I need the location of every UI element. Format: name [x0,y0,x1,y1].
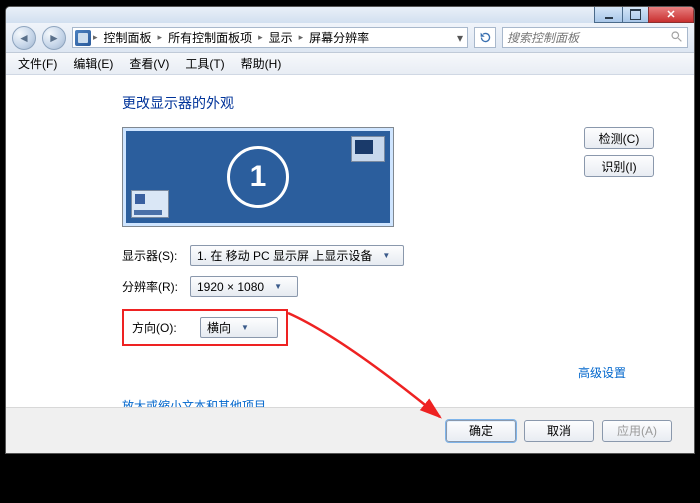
chevron-down-icon: ▼ [241,323,249,332]
page-heading: 更改显示器的外观 [122,93,654,113]
breadcrumb[interactable]: ▸ 控制面板 ▸ 所有控制面板项 ▸ 显示 ▸ 屏幕分辨率 ▾ [72,27,468,48]
menu-tools[interactable]: 工具(T) [177,53,232,74]
text-size-link[interactable]: 放大或缩小文本和其他项目 [122,397,654,407]
minimize-button[interactable] [594,6,623,23]
resolution-label: 分辨率(R): [122,278,180,295]
search-icon [670,30,683,46]
orientation-highlight: 方向(O): 横向 ▼ [122,309,288,346]
window-controls [595,6,694,23]
orientation-label: 方向(O): [132,319,190,336]
forward-button[interactable]: ► [42,26,66,50]
content-area: 更改显示器的外观 1 检测(C) 识别(I) 显示器(S): 1. 在 移动 P… [6,75,694,407]
breadcrumb-seg[interactable]: 屏幕分辨率 [305,29,373,46]
monitor-preview[interactable]: 1 [122,127,394,227]
display-value: 1. 在 移动 PC 显示屏 上显示设备 [197,247,372,264]
chevron-right-icon: ▸ [299,32,304,43]
menu-help[interactable]: 帮助(H) [233,53,290,74]
advanced-settings-link[interactable]: 高级设置 [578,366,626,380]
display-label: 显示器(S): [122,247,180,264]
search-input[interactable] [507,31,666,45]
preview-row: 1 检测(C) 识别(I) [122,127,654,227]
chevron-right-icon: ▸ [93,32,98,43]
chevron-down-icon: ▼ [382,251,390,260]
breadcrumb-seg[interactable]: 显示 [265,29,297,46]
menubar: 文件(F) 编辑(E) 查看(V) 工具(T) 帮助(H) [6,53,694,75]
mini-taskbar-icon [131,190,169,218]
orientation-combo[interactable]: 横向 ▼ [200,317,278,338]
breadcrumb-seg[interactable]: 所有控制面板项 [164,29,256,46]
chevron-right-icon: ▸ [158,32,163,43]
titlebar [6,7,694,23]
help-links: 放大或缩小文本和其他项目 我应该选择什么显示器设置？ [122,397,654,407]
identify-button[interactable]: 识别(I) [584,155,654,177]
search-box[interactable] [502,27,688,48]
resolution-row: 分辨率(R): 1920 × 1080 ▼ [122,276,654,297]
menu-view[interactable]: 查看(V) [121,53,177,74]
ok-button[interactable]: 确定 [446,420,516,442]
monitor-number: 1 [250,160,267,194]
menu-edit[interactable]: 编辑(E) [65,53,121,74]
close-button[interactable] [648,6,694,23]
back-button[interactable]: ◄ [12,26,36,50]
chevron-right-icon: ▸ [258,32,263,43]
footer: 确定 取消 应用(A) [6,407,694,453]
mini-window-icon [351,136,385,162]
chevron-down-icon: ▼ [274,282,282,291]
navbar: ◄ ► ▸ 控制面板 ▸ 所有控制面板项 ▸ 显示 ▸ 屏幕分辨率 ▾ [6,23,694,53]
refresh-button[interactable] [474,27,496,48]
display-row: 显示器(S): 1. 在 移动 PC 显示屏 上显示设备 ▼ [122,245,654,266]
side-buttons: 检测(C) 识别(I) [584,127,654,177]
menu-file[interactable]: 文件(F) [10,53,65,74]
breadcrumb-seg[interactable]: 控制面板 [100,29,156,46]
monitor-number-badge: 1 [227,146,289,208]
window: ◄ ► ▸ 控制面板 ▸ 所有控制面板项 ▸ 显示 ▸ 屏幕分辨率 ▾ 文件(F… [5,6,695,454]
control-panel-icon [75,30,91,46]
display-combo[interactable]: 1. 在 移动 PC 显示屏 上显示设备 ▼ [190,245,404,266]
detect-button[interactable]: 检测(C) [584,127,654,149]
refresh-icon [479,31,492,44]
maximize-button[interactable] [622,6,649,23]
resolution-value: 1920 × 1080 [197,280,264,294]
apply-button[interactable]: 应用(A) [602,420,672,442]
advanced-row: 高级设置 [122,364,626,381]
orientation-value: 横向 [207,319,231,336]
resolution-combo[interactable]: 1920 × 1080 ▼ [190,276,298,297]
cancel-button[interactable]: 取消 [524,420,594,442]
chevron-down-icon[interactable]: ▾ [457,31,463,45]
